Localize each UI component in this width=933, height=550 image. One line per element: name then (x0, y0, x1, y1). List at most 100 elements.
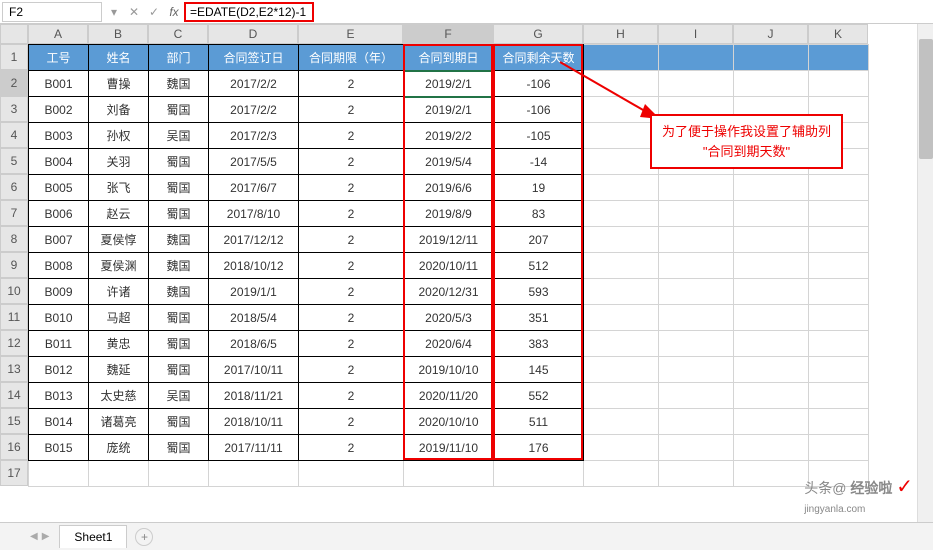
cell[interactable]: 2019/2/1 (404, 97, 494, 123)
empty-cell[interactable] (734, 175, 809, 201)
empty-cell[interactable] (809, 383, 869, 409)
cell[interactable]: 许诸 (89, 279, 149, 305)
cell[interactable]: 吴国 (149, 123, 209, 149)
cell[interactable]: 张飞 (89, 175, 149, 201)
cell[interactable]: B001 (29, 71, 89, 97)
row-header-1[interactable]: 1 (0, 44, 28, 70)
col-header-B[interactable]: B (88, 24, 148, 44)
cell[interactable]: 2017/2/3 (209, 123, 299, 149)
cell[interactable]: 曹操 (89, 71, 149, 97)
table-header-cell[interactable]: 合同到期日 (404, 45, 494, 71)
cell-area[interactable]: 工号姓名部门合同签订日合同期限（年）合同到期日合同剩余天数 B001曹操魏国20… (28, 44, 869, 487)
empty-cell[interactable] (809, 331, 869, 357)
cell[interactable]: B012 (29, 357, 89, 383)
row-header-11[interactable]: 11 (0, 304, 28, 330)
empty-cell[interactable] (734, 409, 809, 435)
cell[interactable]: 2019/6/6 (404, 175, 494, 201)
empty-cell[interactable] (584, 383, 659, 409)
cell[interactable]: 赵云 (89, 201, 149, 227)
cell[interactable]: 2 (299, 357, 404, 383)
table-header-cell[interactable]: 部门 (149, 45, 209, 71)
cell[interactable]: 351 (494, 305, 584, 331)
cell[interactable]: 593 (494, 279, 584, 305)
cell[interactable]: 夏侯惇 (89, 227, 149, 253)
cell[interactable]: 2 (299, 201, 404, 227)
cell[interactable]: B008 (29, 253, 89, 279)
table-header-cell[interactable]: 合同期限（年） (299, 45, 404, 71)
cell[interactable]: 2 (299, 227, 404, 253)
cell[interactable]: 2019/1/1 (209, 279, 299, 305)
cell[interactable]: 552 (494, 383, 584, 409)
empty-cell[interactable] (809, 201, 869, 227)
cell[interactable]: 2017/11/11 (209, 435, 299, 461)
empty-cell[interactable] (809, 71, 869, 97)
cell[interactable]: 2020/10/11 (404, 253, 494, 279)
cell[interactable]: 魏国 (149, 71, 209, 97)
cell[interactable]: 2 (299, 97, 404, 123)
cell[interactable]: 2 (299, 253, 404, 279)
row-header-17[interactable]: 17 (0, 460, 28, 486)
col-header-C[interactable]: C (148, 24, 208, 44)
cell[interactable]: 2019/10/10 (404, 357, 494, 383)
col-header-I[interactable]: I (658, 24, 733, 44)
row-header-9[interactable]: 9 (0, 252, 28, 278)
formula-input[interactable]: =EDATE(D2,E2*12)-1 (184, 2, 314, 22)
col-header-F[interactable]: F (403, 24, 493, 44)
row-header-3[interactable]: 3 (0, 96, 28, 122)
empty-cell[interactable] (659, 227, 734, 253)
cell[interactable]: 马超 (89, 305, 149, 331)
empty-cell[interactable] (734, 201, 809, 227)
cell[interactable]: 2020/6/4 (404, 331, 494, 357)
cell[interactable]: 511 (494, 409, 584, 435)
cell[interactable]: 2019/5/4 (404, 149, 494, 175)
cell[interactable]: -106 (494, 71, 584, 97)
cell[interactable]: -14 (494, 149, 584, 175)
cell[interactable]: 2019/2/1 (404, 71, 494, 97)
cell[interactable]: 蜀国 (149, 149, 209, 175)
empty-cell[interactable] (734, 253, 809, 279)
cell[interactable]: 2 (299, 123, 404, 149)
empty-cell[interactable] (809, 45, 869, 71)
cell[interactable]: 蜀国 (149, 201, 209, 227)
cell[interactable]: 83 (494, 201, 584, 227)
empty-cell[interactable] (659, 305, 734, 331)
empty-cell[interactable] (584, 149, 659, 175)
empty-cell[interactable] (584, 461, 659, 487)
cell[interactable]: B003 (29, 123, 89, 149)
empty-cell[interactable] (809, 279, 869, 305)
empty-cell[interactable] (659, 331, 734, 357)
cell[interactable]: 蜀国 (149, 97, 209, 123)
cell[interactable]: 2019/2/2 (404, 123, 494, 149)
row-header-2[interactable]: 2 (0, 70, 28, 96)
empty-cell[interactable] (584, 409, 659, 435)
empty-cell[interactable] (734, 227, 809, 253)
empty-cell[interactable] (659, 253, 734, 279)
name-box[interactable]: F2 (2, 2, 102, 22)
empty-cell[interactable] (734, 461, 809, 487)
col-header-K[interactable]: K (808, 24, 868, 44)
empty-cell[interactable] (29, 461, 89, 487)
cell[interactable]: 黄忠 (89, 331, 149, 357)
empty-cell[interactable] (659, 409, 734, 435)
cell[interactable]: 2020/12/31 (404, 279, 494, 305)
cell[interactable]: 蜀国 (149, 435, 209, 461)
cell[interactable]: B014 (29, 409, 89, 435)
row-header-10[interactable]: 10 (0, 278, 28, 304)
cell[interactable]: 诸葛亮 (89, 409, 149, 435)
cell[interactable]: 2017/8/10 (209, 201, 299, 227)
cell[interactable]: 蜀国 (149, 175, 209, 201)
empty-cell[interactable] (584, 253, 659, 279)
cell[interactable]: 2017/2/2 (209, 97, 299, 123)
empty-cell[interactable] (659, 461, 734, 487)
empty-cell[interactable] (734, 45, 809, 71)
tab-next-icon[interactable]: ▶ (42, 531, 50, 542)
col-header-A[interactable]: A (28, 24, 88, 44)
col-header-J[interactable]: J (733, 24, 808, 44)
empty-cell[interactable] (149, 461, 209, 487)
cell[interactable]: 2 (299, 383, 404, 409)
empty-cell[interactable] (809, 227, 869, 253)
cell[interactable]: 2017/10/11 (209, 357, 299, 383)
cell[interactable]: 145 (494, 357, 584, 383)
row-header-13[interactable]: 13 (0, 356, 28, 382)
cell[interactable]: B004 (29, 149, 89, 175)
